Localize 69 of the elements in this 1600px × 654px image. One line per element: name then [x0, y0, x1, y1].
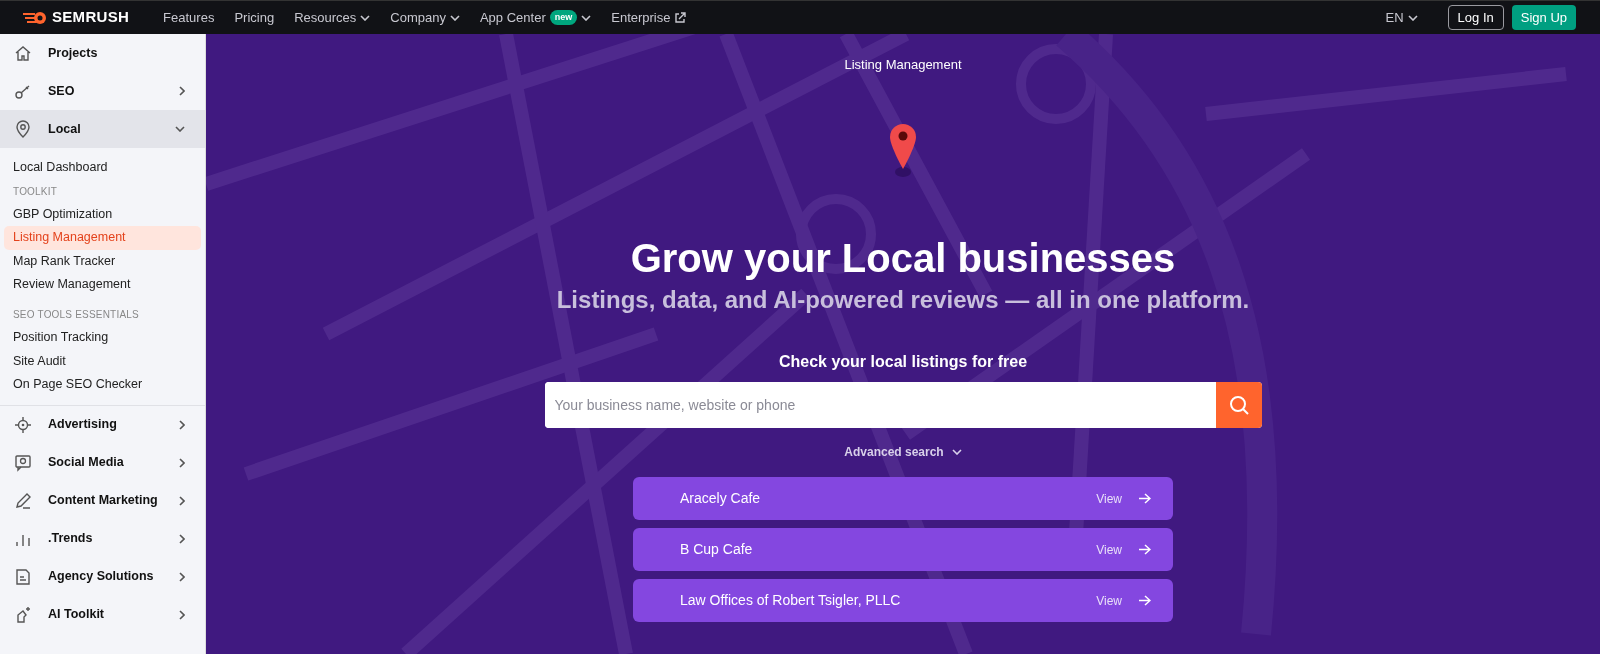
sidebar-link[interactable]: GBP Optimization	[4, 202, 201, 227]
sidebar-link[interactable]: Review Management	[4, 273, 201, 297]
nav-link[interactable]: Resources	[294, 7, 371, 28]
sidebar-item[interactable]: Social Media	[0, 443, 205, 482]
sidebar-item[interactable]: Content Marketing	[0, 481, 205, 520]
advanced-search-toggle[interactable]: Advanced search	[838, 442, 968, 463]
nav-link[interactable]: Company	[390, 7, 460, 28]
sidebar-link[interactable]: On Page SEO Checker	[4, 373, 201, 397]
sidebar-link[interactable]: Map Rank Tracker	[4, 249, 201, 274]
document-icon	[14, 567, 32, 586]
location-pin-icon	[14, 120, 32, 138]
search-label: Check your local listings for free	[778, 352, 1028, 373]
nav-link[interactable]: Features	[163, 7, 215, 28]
section-heading: SEO TOOLS ESSENTIALS	[12, 307, 140, 322]
headline: Grow your Local businesses	[630, 235, 1176, 280]
nav-link[interactable]: Pricing	[234, 7, 275, 28]
view-link[interactable]: View	[1096, 540, 1122, 559]
new-badge: new	[549, 9, 578, 26]
fire-logo-icon	[22, 10, 48, 25]
view-link[interactable]: View	[1096, 591, 1122, 610]
sidebar-item[interactable]: AI Toolkit	[0, 595, 205, 634]
sidebar-item[interactable]: Agency Solutions	[0, 557, 205, 596]
home-icon	[14, 44, 32, 62]
chevron-down-icon	[951, 449, 962, 456]
page-title: Listing Management	[844, 56, 962, 74]
sidebar-item[interactable]: Projects	[0, 34, 205, 72]
result-item[interactable]: B Cup Cafe View	[633, 528, 1173, 572]
chat-icon	[14, 453, 32, 472]
chevron-down-icon	[360, 14, 371, 21]
search-field[interactable]: Your business name, website or phone	[544, 382, 1262, 429]
sidebar-item[interactable]: .Trends	[0, 519, 205, 558]
search-icon	[1228, 395, 1249, 416]
sidebar-link[interactable]: Site Audit	[4, 349, 201, 374]
arrow-right-icon	[1138, 544, 1151, 556]
search-button[interactable]	[1215, 382, 1262, 429]
nav-link[interactable]: App Center new	[479, 7, 592, 28]
chevron-right-icon	[179, 86, 185, 96]
chevron-right-icon	[179, 419, 185, 430]
map-pin-icon	[887, 121, 919, 180]
sidebar-link[interactable]: Listing Management	[4, 226, 201, 250]
arrow-right-icon	[1138, 595, 1151, 607]
arrow-right-icon	[1138, 493, 1151, 505]
login-button[interactable]: Log In	[1447, 4, 1504, 31]
chevron-down-icon	[449, 14, 460, 21]
chevron-down-icon	[1407, 14, 1418, 21]
pencil-icon	[14, 491, 32, 510]
result-item[interactable]: Law Offices of Robert Tsigler, PLLC View	[633, 579, 1173, 623]
subheadline: Listings, data, and AI-powered reviews — all in one platform.	[556, 285, 1250, 315]
sidebar-link[interactable]: Local Dashboard	[4, 156, 201, 180]
sidebar-link[interactable]: Position Tracking	[4, 325, 201, 350]
chevron-right-icon	[179, 571, 185, 582]
nav-link[interactable]: Enterprise	[611, 7, 687, 28]
chevron-right-icon	[179, 495, 185, 506]
result-item[interactable]: Aracely Cafe View	[633, 477, 1173, 521]
view-link[interactable]: View	[1096, 489, 1122, 508]
sidebar-item[interactable]: SEO	[0, 72, 205, 110]
chevron-right-icon	[179, 609, 185, 620]
language-selector[interactable]: EN	[1379, 6, 1424, 29]
chevron-down-icon	[581, 14, 592, 21]
external-link-icon	[674, 11, 687, 24]
logo-text: SEMRUSH	[52, 7, 130, 28]
sidebar-item[interactable]: Local	[0, 110, 205, 148]
chevron-down-icon	[175, 126, 185, 132]
key-icon	[14, 82, 32, 100]
target-icon	[14, 415, 32, 434]
chevron-right-icon	[179, 457, 185, 468]
section-heading: TOOLKIT	[12, 184, 58, 199]
chevron-right-icon	[179, 533, 185, 544]
sidebar-item[interactable]: Advertising	[0, 405, 205, 444]
